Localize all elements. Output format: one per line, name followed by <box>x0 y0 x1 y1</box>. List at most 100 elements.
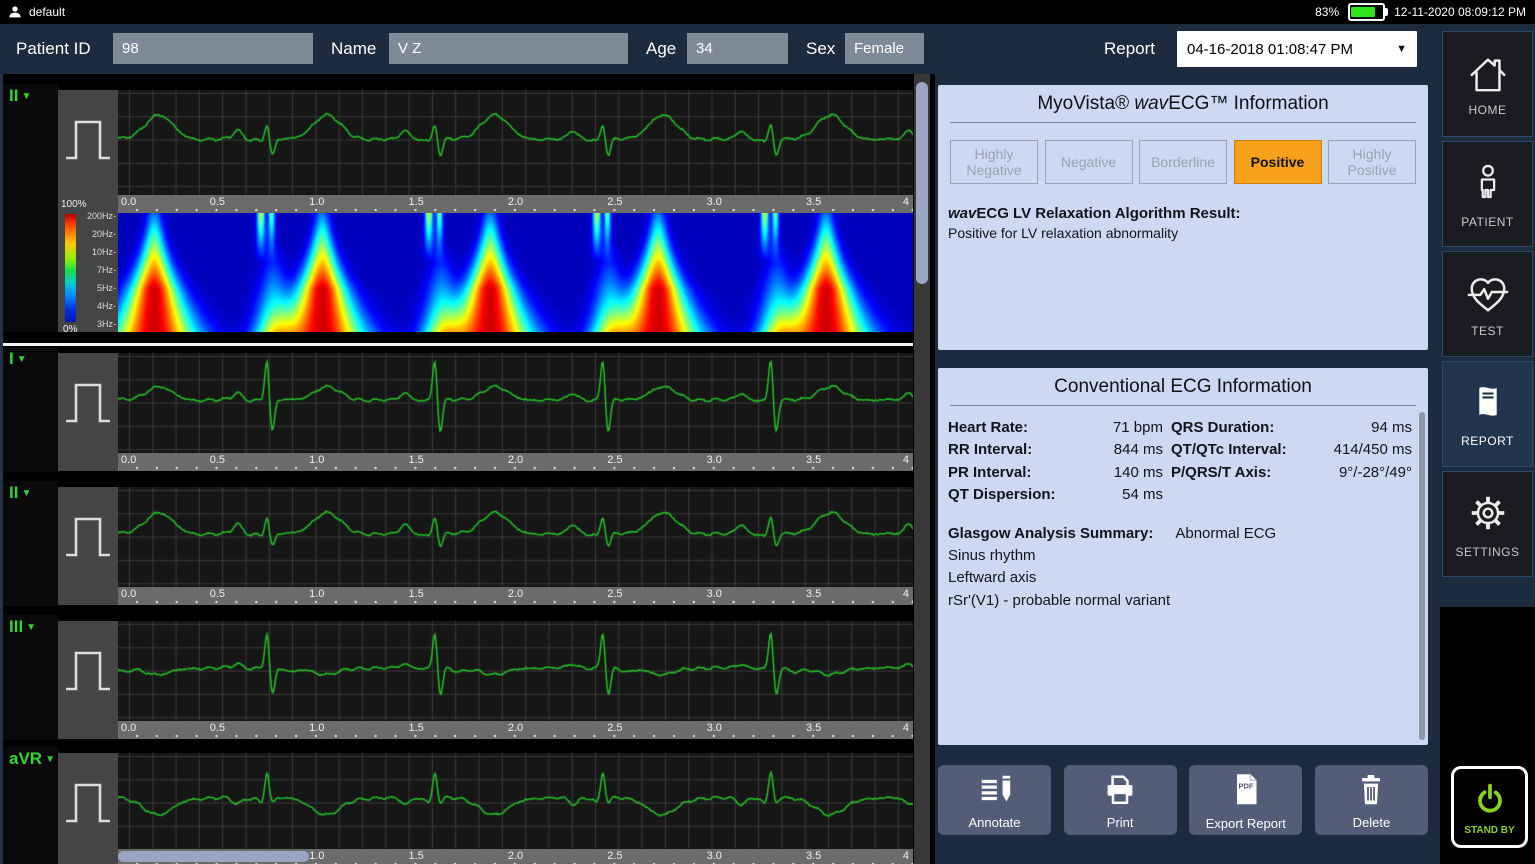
chevron-down-icon: ▼ <box>45 754 55 765</box>
time-axis-tick: 4 <box>903 454 909 466</box>
lead-selector-dropdown[interactable]: II▼ <box>9 86 31 106</box>
sidebar-item-label: TEST <box>1471 324 1504 338</box>
panel-scrollbar[interactable] <box>1419 412 1425 740</box>
ecg-horizontal-scrollbar[interactable] <box>118 851 309 862</box>
measurement-value <box>1326 484 1420 506</box>
time-axis-tick: 0.0 <box>121 588 136 600</box>
export-report-button[interactable]: PDF Export Report <box>1189 765 1302 835</box>
battery-fill <box>1351 7 1375 17</box>
class-button-negative[interactable]: Negative <box>1045 140 1133 184</box>
lead-row-iii-3: III▼ 0.00.51.01.52.02.53.03.54 <box>3 621 913 740</box>
measurement-value: 140 ms <box>1076 462 1171 484</box>
spectrogram-freq-label: 10Hz- <box>92 247 116 257</box>
sidebar-item-label: SETTINGS <box>1455 545 1519 559</box>
spectrogram-freq-label: 3Hz- <box>97 319 116 329</box>
sidebar-item-test[interactable]: TEST <box>1442 251 1533 357</box>
time-axis-tick: 0.5 <box>210 196 225 208</box>
sidebar-item-home[interactable]: HOME <box>1442 31 1533 137</box>
battery-cap <box>1385 8 1388 16</box>
class-button-highly-positive[interactable]: Highly Positive <box>1328 140 1416 184</box>
measurement-label: QT/QTc Interval: <box>1171 439 1326 461</box>
time-axis-tick: 1.0 <box>309 196 324 208</box>
annotate-icon <box>976 771 1014 814</box>
sex-label: Sex <box>806 24 835 74</box>
panel-divider <box>950 405 1416 406</box>
time-axis-tick: 1.5 <box>408 196 423 208</box>
name-field[interactable]: V Z <box>389 33 628 64</box>
algorithm-result-text: Positive for LV relaxation abnormality <box>948 225 1418 241</box>
report-dropdown-value: 04-16-2018 01:08:47 PM <box>1187 41 1353 58</box>
ecg-vertical-scrollbar[interactable] <box>916 82 928 284</box>
glasgow-summary: Glasgow Analysis Summary:Abnormal ECG <box>948 523 1418 545</box>
lead-label: II <box>9 483 18 502</box>
chevron-down-icon: ▼ <box>17 354 27 365</box>
printer-icon <box>1100 771 1140 814</box>
glasgow-finding: Sinus rhythm <box>948 545 1418 567</box>
time-axis-tick: 3.0 <box>707 196 722 208</box>
time-axis-tick: 1.5 <box>408 850 423 862</box>
class-button-borderline[interactable]: Borderline <box>1139 140 1227 184</box>
measurement-label: PR Interval: <box>948 462 1076 484</box>
measurement-value: 94 ms <box>1326 417 1420 439</box>
time-axis-tick: 2.0 <box>508 454 523 466</box>
lead-selector-dropdown[interactable]: II▼ <box>9 483 31 503</box>
measurement-label <box>1171 484 1326 506</box>
measurement-label: RR Interval: <box>948 439 1076 461</box>
time-axis-tick: 3.5 <box>806 454 821 466</box>
print-button[interactable]: Print <box>1064 765 1177 835</box>
annotate-button[interactable]: Annotate <box>938 765 1051 835</box>
patient-id-field[interactable]: 98 <box>113 33 313 64</box>
sidebar-item-report[interactable]: REPORT <box>1442 361 1533 467</box>
system-datetime: 12-11-2020 08:09:12 PM <box>1394 5 1526 19</box>
lead-row-avr-4: aVR▼ 0.00.51.01.52.02.53.03.54 <box>3 753 913 864</box>
lead-row-ii-2: II▼ 0.00.51.01.52.02.53.03.54 <box>3 487 913 606</box>
standby-button[interactable]: STAND BY <box>1451 766 1528 848</box>
ecg-trace-canvas <box>118 621 913 721</box>
time-axis-tick: 2.0 <box>508 722 523 734</box>
chevron-down-icon: ▼ <box>21 91 31 102</box>
measurement-value: 9°/-28°/49° <box>1326 462 1420 484</box>
spectrogram-freq-label: 200Hz- <box>87 211 116 221</box>
spectrogram-colorbar <box>65 214 76 322</box>
time-axis: 0.00.51.01.52.02.53.03.54 <box>118 587 913 605</box>
time-axis-tick: 2.0 <box>508 588 523 600</box>
time-axis-tick: 0.0 <box>121 454 136 466</box>
wavecg-info-panel: MyoVista® wavECG™ Information Highly Neg… <box>938 85 1428 350</box>
time-axis-tick: 1.0 <box>309 722 324 734</box>
time-axis-tick: 2.5 <box>607 196 622 208</box>
time-axis-tick: 3.5 <box>806 196 821 208</box>
class-button-positive[interactable]: Positive <box>1234 140 1322 184</box>
battery-icon <box>1348 3 1385 21</box>
lead-selector-dropdown[interactable]: aVR▼ <box>9 749 55 769</box>
time-axis-tick: 3.5 <box>806 722 821 734</box>
panel-divider <box>950 122 1416 123</box>
sidebar-item-settings[interactable]: SETTINGS <box>1442 471 1533 577</box>
delete-button[interactable]: Delete <box>1315 765 1428 835</box>
time-axis-tick: 3.5 <box>806 588 821 600</box>
sex-field[interactable]: Female <box>845 33 924 64</box>
time-axis-tick: 0.0 <box>121 196 136 208</box>
action-button-label: Export Report <box>1206 816 1286 831</box>
lead-label-column: II▼ <box>3 481 58 606</box>
lead-selector-dropdown[interactable]: III▼ <box>9 617 36 637</box>
wavecg-panel-title: MyoVista® wavECG™ Information <box>938 85 1428 115</box>
sidebar-item-patient[interactable]: PATIENT <box>1442 141 1533 247</box>
measurement-value: 844 ms <box>1076 439 1171 461</box>
algorithm-result-label: wavECG LV Relaxation Algorithm Result: <box>948 205 1418 222</box>
calibration-column <box>58 487 118 605</box>
glasgow-finding: Leftward axis <box>948 567 1418 589</box>
action-button-label: Annotate <box>968 815 1020 830</box>
class-button-highly-negative[interactable]: Highly Negative <box>950 140 1038 184</box>
lead-plot: 0.00.51.01.52.02.53.03.54 <box>118 487 913 605</box>
lead-label-column: II▼ <box>3 84 58 332</box>
lead-label: II <box>9 86 18 105</box>
age-field[interactable]: 34 <box>687 33 788 64</box>
svg-text:PDF: PDF <box>1238 781 1253 790</box>
ecg-trace-canvas <box>118 353 913 453</box>
power-icon <box>1470 779 1510 824</box>
spectrogram-freq-label: 4Hz- <box>97 301 116 311</box>
report-dropdown[interactable]: 04-16-2018 01:08:47 PM ▼ <box>1177 31 1417 67</box>
age-label: Age <box>646 24 676 74</box>
lead-selector-dropdown[interactable]: I▼ <box>9 349 27 369</box>
sidebar-item-label: REPORT <box>1461 434 1514 448</box>
